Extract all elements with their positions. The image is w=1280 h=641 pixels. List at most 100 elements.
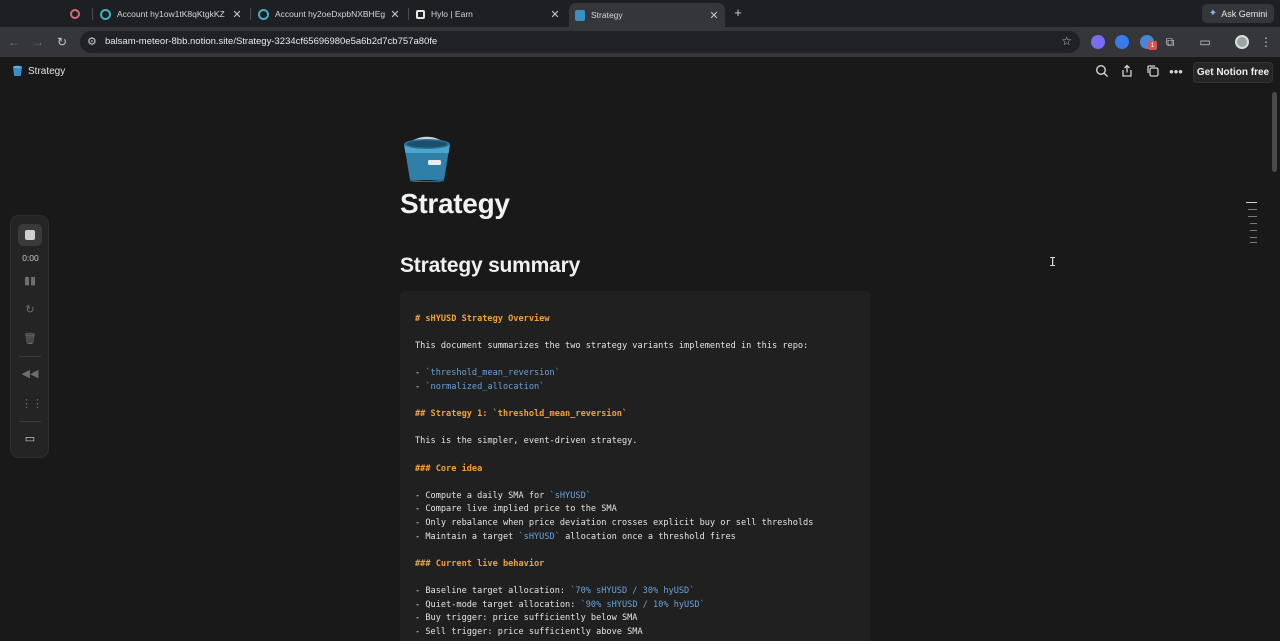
code-text: - Baseline target allocation:: [415, 586, 571, 596]
close-tab-icon[interactable]: ✕: [709, 9, 719, 22]
code-line: - Sell trigger: price sufficiently above…: [415, 627, 643, 637]
close-tab-icon[interactable]: ✕: [550, 8, 560, 21]
tab-title: Account hy1ow1tK8qKtgkKZ: [117, 9, 225, 19]
account-favicon-icon: [100, 8, 111, 20]
code-text: -: [415, 368, 426, 379]
page-title[interactable]: Strategy: [400, 188, 510, 220]
sparkle-icon: ✦: [1208, 8, 1218, 19]
code-line: - Buy trigger: price sufficiently below …: [415, 613, 637, 623]
menu-kebab-icon[interactable]: ⋮: [1258, 34, 1274, 50]
code-text: - Compute a daily SMA for: [415, 490, 550, 501]
bucket-icon: [12, 65, 23, 77]
close-tab-icon[interactable]: ✕: [390, 8, 400, 21]
code-token: `70% sHYUSD / 30% hyUSD`: [570, 586, 695, 596]
site-settings-icon[interactable]: ⚙: [87, 35, 97, 48]
text-cursor-icon: I: [1049, 255, 1057, 269]
extension-3-icon[interactable]: 1: [1140, 35, 1157, 50]
code-line: - Baseline target allocation: `70% sHYUS…: [415, 586, 694, 596]
code-heading: # sHYUSD Strategy Overview: [415, 314, 550, 324]
breadcrumb-title: Strategy: [28, 65, 66, 77]
code-line: This is the simpler, event-driven strate…: [415, 436, 637, 446]
tab-title: Hylo | Earn: [431, 9, 473, 19]
code-token: `sHYUSD`: [549, 490, 591, 501]
code-text: This document summarizes the two strateg…: [415, 341, 809, 352]
code-text: - Compare live implied price to the SMA: [415, 504, 617, 515]
account-favicon-icon: [258, 8, 269, 20]
code-line: - Compute a daily SMA for `sHYUSD`: [415, 491, 591, 501]
record-icon: [70, 9, 80, 19]
code-token: `normalized_allocation`: [425, 382, 545, 392]
tab-account-1[interactable]: Account hy1ow1tK8qKtgkKZ ✕: [94, 3, 248, 25]
browser-toolbar: ← → ↻ ⚙ balsam-meteor-8bb.notion.site/St…: [0, 27, 1280, 57]
code-line: ## Strategy 1: `threshold_mean_reversion…: [415, 409, 627, 419]
reload-icon[interactable]: ↻: [54, 34, 70, 50]
more-icon[interactable]: •••: [1168, 64, 1184, 80]
restart-icon[interactable]: ↻: [21, 302, 39, 318]
code-line: ### Current live behavior: [415, 559, 544, 569]
code-text: This is the simpler, event-driven strate…: [415, 436, 638, 447]
code-text: - Only rebalance when price deviation cr…: [415, 518, 814, 528]
puzzle-icon[interactable]: ⧉: [1162, 34, 1178, 50]
search-icon[interactable]: [1094, 64, 1110, 80]
code-line: ### Core idea: [415, 464, 482, 474]
hylo-favicon-icon: [416, 9, 425, 19]
ask-gemini-label: Ask Gemini: [1221, 8, 1268, 19]
grid-icon[interactable]: ⋮⋮: [21, 396, 43, 412]
code-line: This document summarizes the two strateg…: [415, 341, 808, 351]
code-text: - Quiet-mode target allocation:: [415, 599, 581, 610]
code-token: `sHYUSD`: [518, 531, 560, 542]
code-line: - `normalized_allocation`: [415, 382, 544, 392]
breadcrumb[interactable]: Strategy: [12, 65, 65, 77]
section-heading[interactable]: Strategy summary: [400, 254, 580, 278]
code-text: allocation once a threshold fires: [559, 531, 736, 542]
get-notion-free-button[interactable]: Get Notion free: [1193, 62, 1273, 83]
code-line: - Only rebalance when price deviation cr…: [415, 518, 813, 528]
tab-strategy[interactable]: Strategy ✕: [569, 3, 725, 27]
share-icon[interactable]: [1119, 64, 1135, 80]
browser-tab-bar: Account hy1ow1tK8qKtgkKZ ✕ Account hy2oe…: [0, 0, 1280, 27]
tab-account-2[interactable]: Account hy2oeDxpbNXBHEg ✕: [252, 3, 406, 25]
code-line: # sHYUSD Strategy Overview: [415, 314, 550, 324]
code-line: - Compare live implied price to the SMA: [415, 504, 617, 514]
code-text: - Sell trigger: price sufficiently above…: [415, 626, 643, 637]
recording-timer: 0:00: [22, 253, 39, 263]
tab-title: Account hy2oeDxpbNXBHEg: [275, 9, 386, 19]
code-heading: ## Strategy 1: `threshold_mean_reversion…: [415, 409, 628, 420]
star-icon[interactable]: ☆: [1061, 34, 1072, 48]
extension-2-icon[interactable]: [1115, 35, 1129, 49]
code-line: - Quiet-mode target allocation: `90% sHY…: [415, 600, 705, 610]
duplicate-icon[interactable]: [1145, 64, 1161, 80]
scrollbar[interactable]: [1272, 92, 1277, 172]
extension-1-icon[interactable]: [1091, 35, 1105, 49]
code-text: - Maintain a target: [415, 531, 519, 542]
code-text: -: [415, 382, 426, 392]
trash-icon[interactable]: 🗑: [21, 331, 39, 347]
screen-recorder-panel: 0:00 ▮▮ ↻ 🗑 ◀◀ ⋮⋮ ▭: [10, 215, 49, 458]
rewind-icon[interactable]: ◀◀: [21, 366, 39, 382]
extension-badge: 1: [1148, 41, 1157, 50]
tab-hylo-earn[interactable]: Hylo | Earn ✕: [410, 3, 566, 25]
back-icon[interactable]: ←: [6, 34, 22, 50]
stop-recording-button[interactable]: [18, 224, 42, 246]
code-token: `90% sHYUSD / 10% hyUSD`: [580, 599, 705, 610]
tab-title: Strategy: [591, 10, 623, 20]
new-tab-button[interactable]: +: [731, 5, 745, 20]
code-line: - `threshold_mean_reversion`: [415, 368, 560, 378]
code-text: - Buy trigger: price sufficiently below …: [415, 613, 638, 624]
url-text[interactable]: balsam-meteor-8bb.notion.site/Strategy-3…: [105, 36, 437, 47]
camera-icon[interactable]: ▭: [21, 431, 39, 447]
code-heading: ### Current live behavior: [415, 558, 545, 569]
code-block[interactable]: # sHYUSD Strategy Overview This document …: [400, 291, 870, 641]
code-token: `threshold_mean_reversion`: [425, 368, 560, 379]
forward-icon[interactable]: →: [30, 34, 46, 50]
ask-gemini-button[interactable]: ✦ Ask Gemini: [1202, 4, 1274, 23]
page-icon-bucket-icon[interactable]: [400, 128, 454, 183]
pause-icon[interactable]: ▮▮: [21, 273, 39, 289]
avatar[interactable]: [1235, 35, 1249, 49]
code-heading: ### Core idea: [415, 463, 483, 474]
address-bar[interactable]: ⚙ balsam-meteor-8bb.notion.site/Strategy…: [80, 31, 1080, 53]
close-tab-icon[interactable]: ✕: [232, 8, 242, 21]
sidepanel-icon[interactable]: ▭: [1197, 34, 1213, 50]
notion-top-bar: Strategy ••• Get Notion free: [0, 57, 1280, 87]
tab-recording[interactable]: [64, 3, 92, 25]
